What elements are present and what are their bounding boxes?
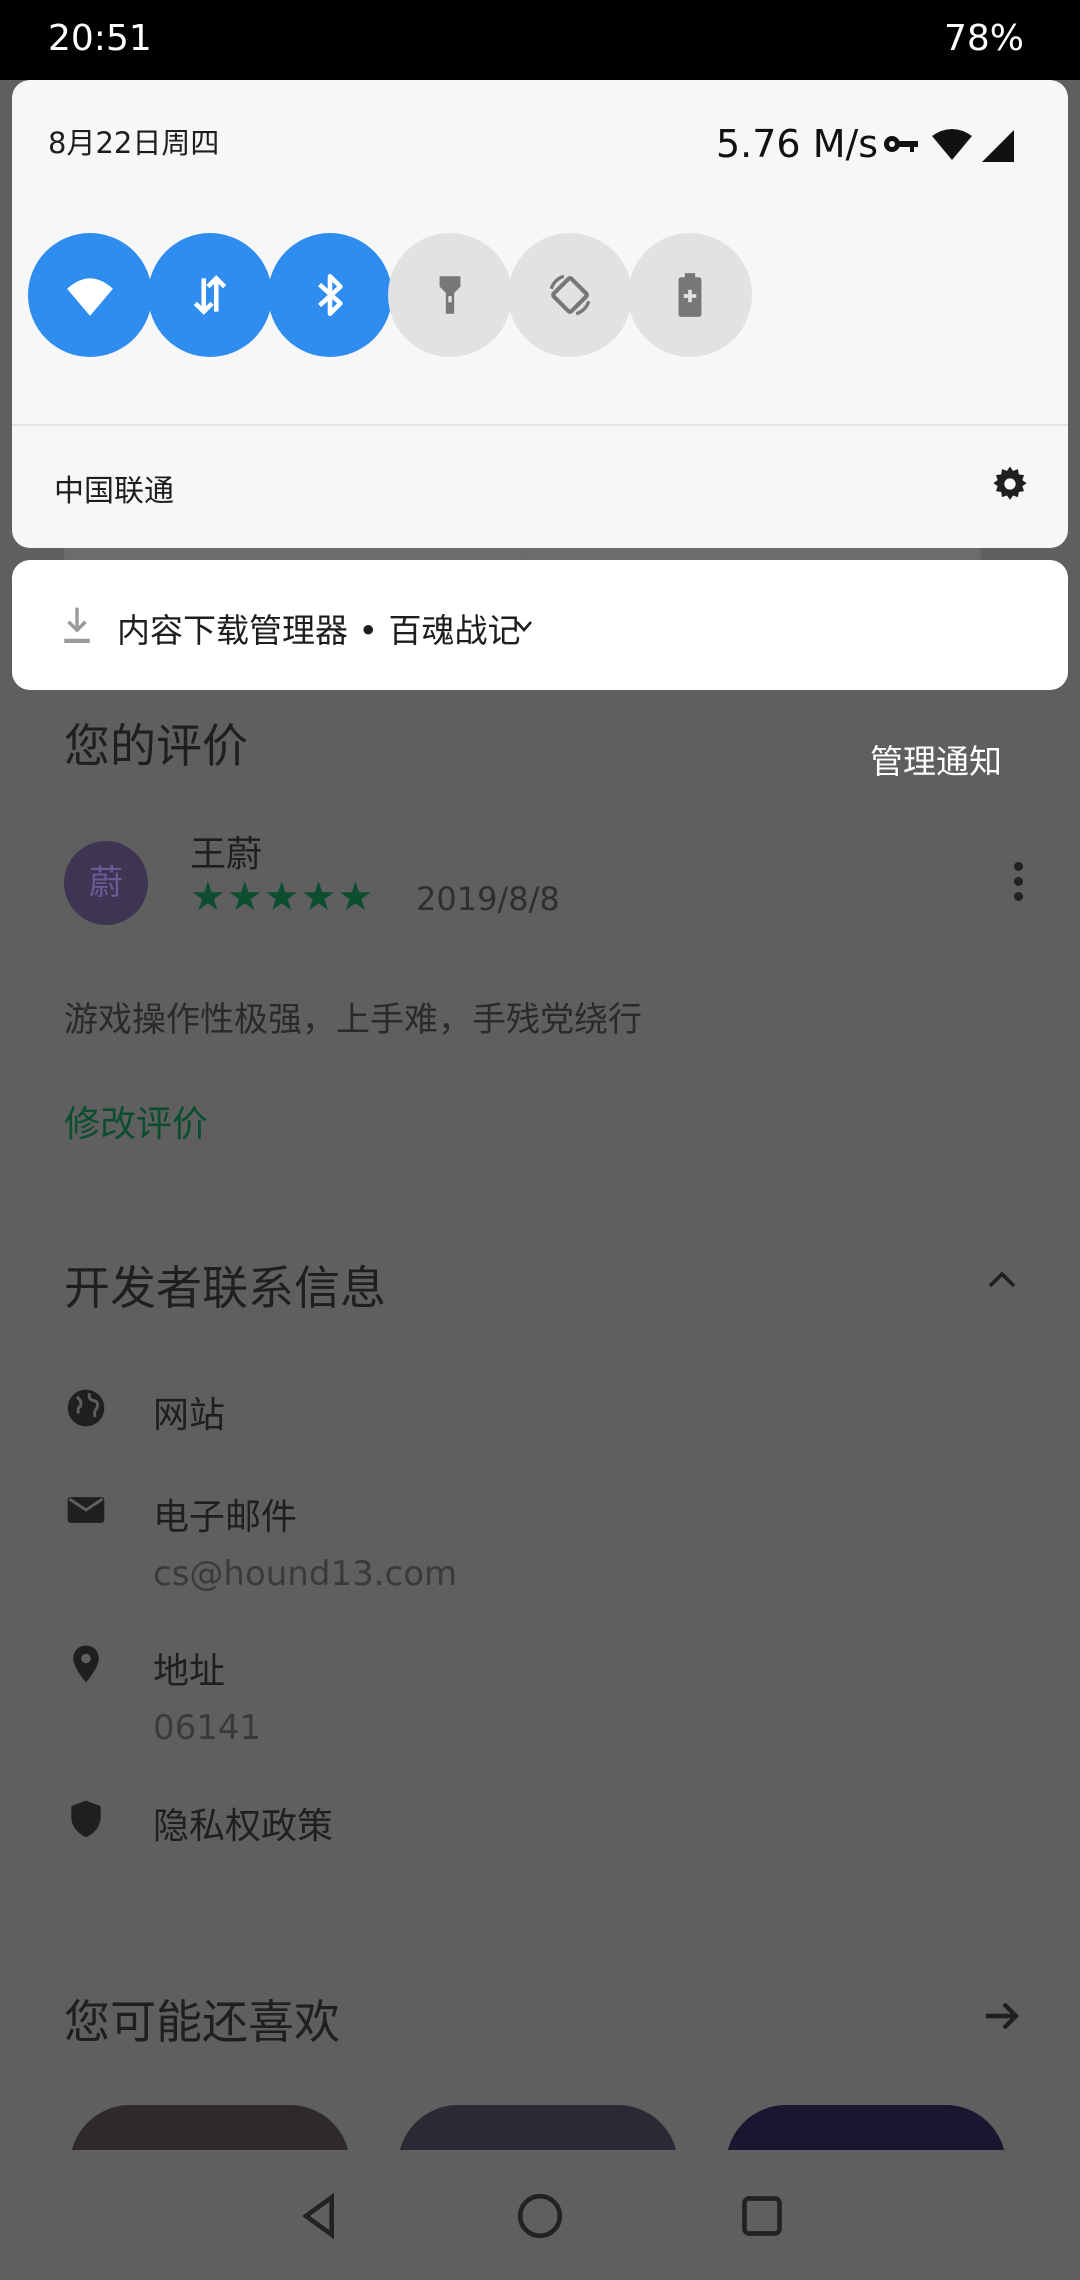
download-notification[interactable]: 内容下载管理器 • 百魂战记 bbox=[12, 560, 1068, 690]
rating-stars: ★★★★★ bbox=[190, 874, 375, 920]
download-icon bbox=[64, 607, 90, 643]
email-label: 电子邮件 bbox=[153, 1497, 298, 1538]
clock: 20:51 bbox=[48, 18, 152, 59]
recents-icon[interactable] bbox=[734, 2188, 790, 2244]
carrier-name: 中国联通 bbox=[54, 474, 174, 509]
chevron-up-icon[interactable] bbox=[984, 1262, 1020, 1298]
manage-notifications-link[interactable]: 管理通知 bbox=[870, 735, 1002, 783]
email-value: cs@hound13.com bbox=[153, 1554, 458, 1594]
status-bar: 20:51 78% bbox=[0, 0, 1080, 80]
date: 8月22日周四 bbox=[48, 126, 220, 160]
rotate-icon bbox=[549, 274, 591, 316]
vpn-key-icon bbox=[884, 136, 918, 152]
battery-saver-tile[interactable] bbox=[628, 233, 752, 357]
status-icons bbox=[884, 129, 1014, 162]
edit-review-link[interactable]: 修改评价 bbox=[64, 1095, 208, 1147]
your-review-title: 您的评价 bbox=[64, 719, 248, 773]
wifi-signal-icon bbox=[932, 129, 972, 160]
gear-icon[interactable] bbox=[990, 464, 1030, 504]
wifi-tile[interactable] bbox=[28, 233, 152, 357]
battery-plus-icon bbox=[678, 273, 702, 317]
mobile-data-tile[interactable] bbox=[148, 233, 272, 357]
data-transfer-icon bbox=[193, 275, 227, 315]
avatar: 蔚 bbox=[64, 841, 148, 925]
back-icon[interactable] bbox=[292, 2188, 348, 2244]
wifi-icon bbox=[67, 278, 113, 316]
more-options-icon[interactable] bbox=[1008, 862, 1028, 906]
home-icon[interactable] bbox=[512, 2188, 568, 2244]
privacy-label: 隐私权政策 bbox=[153, 1806, 334, 1847]
flashlight-tile[interactable] bbox=[388, 233, 512, 357]
globe-icon bbox=[67, 1389, 105, 1427]
chevron-down-icon[interactable] bbox=[512, 614, 536, 638]
notification-text: 内容下载管理器 • 百魂战记 bbox=[117, 611, 521, 650]
mail-icon bbox=[67, 1497, 105, 1523]
may-like-title: 您可能还喜欢 bbox=[64, 1995, 340, 2049]
website-label: 网站 bbox=[153, 1395, 226, 1436]
flashlight-icon bbox=[439, 276, 461, 314]
bluetooth-tile[interactable] bbox=[268, 233, 392, 357]
battery-level: 78% bbox=[943, 18, 1024, 59]
bluetooth-icon bbox=[318, 273, 343, 317]
network-speed: 5.76 M/s bbox=[716, 122, 879, 166]
shield-icon bbox=[71, 1800, 101, 1838]
reviewer-name: 王蔚 bbox=[190, 834, 263, 875]
navigation-bar bbox=[0, 2150, 1080, 2280]
address-value: 06141 bbox=[153, 1708, 262, 1748]
cell-signal-icon bbox=[982, 130, 1014, 162]
auto-rotate-tile[interactable] bbox=[508, 233, 632, 357]
review-text: 游戏操作性极强，上手难，手残党绕行 bbox=[64, 1000, 642, 1040]
developer-contact-title: 开发者联系信息 bbox=[64, 1261, 386, 1315]
arrow-right-icon[interactable] bbox=[978, 1992, 1026, 2040]
address-label: 地址 bbox=[153, 1651, 226, 1692]
location-pin-icon bbox=[73, 1645, 99, 1683]
quick-settings-panel: 8月22日周四 5.76 M/s 中国联通 bbox=[12, 80, 1068, 548]
review-date: 2019/8/8 bbox=[416, 880, 560, 918]
divider bbox=[12, 424, 1068, 426]
